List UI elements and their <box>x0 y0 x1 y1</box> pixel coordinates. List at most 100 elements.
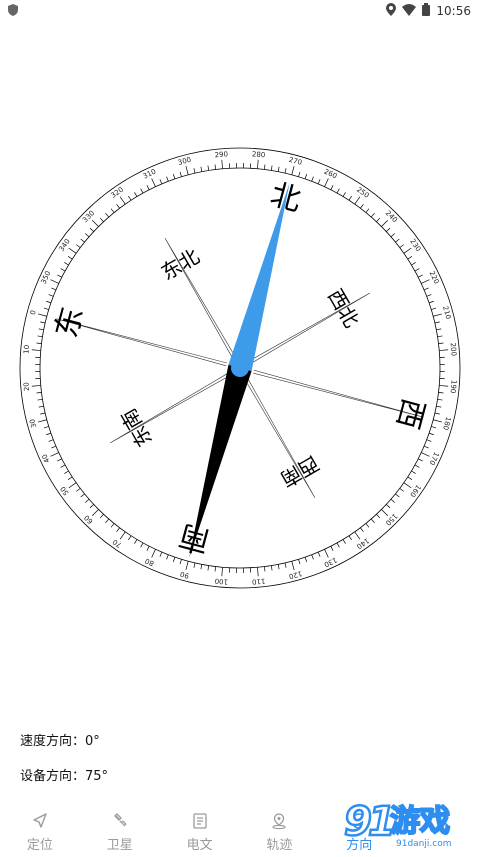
tick-mark <box>292 166 294 175</box>
tick-mark <box>429 433 434 435</box>
tick-mark <box>120 197 125 204</box>
tick-mark <box>386 504 390 507</box>
tick-mark <box>415 465 419 467</box>
degree-label: 310 <box>142 168 158 181</box>
degree-label: 190 <box>449 380 458 394</box>
tick-mark <box>427 440 432 442</box>
tick-mark <box>433 420 442 422</box>
tick-mark <box>355 532 360 539</box>
degree-label: 20 <box>22 382 31 392</box>
tick-mark <box>436 329 441 330</box>
tick-mark <box>49 440 54 442</box>
tick-mark <box>439 385 448 386</box>
tick-mark <box>395 239 399 242</box>
tick-mark <box>152 549 156 557</box>
degree-label: 0 <box>29 309 38 315</box>
tick-mark <box>431 308 436 309</box>
tick-mark <box>408 477 412 480</box>
tick-mark <box>40 413 45 414</box>
degree-label: 300 <box>177 156 192 167</box>
degree-label: 160 <box>408 483 422 499</box>
tick-mark <box>180 559 181 564</box>
tick-mark <box>160 552 162 557</box>
degree-label: 100 <box>214 577 228 586</box>
tick-mark <box>415 269 419 271</box>
tick-mark <box>100 514 103 518</box>
nav-label: 电文 <box>187 834 213 853</box>
tick-mark <box>51 288 56 290</box>
tick-mark <box>438 336 443 337</box>
degree-label: 110 <box>252 577 266 586</box>
tick-mark <box>92 220 98 226</box>
tick-mark <box>57 459 61 461</box>
degree-label: 250 <box>355 186 371 200</box>
nav-item-track[interactable]: 轨迹 <box>239 798 319 853</box>
tick-mark <box>271 166 272 171</box>
needle-south <box>189 365 251 557</box>
nav-item-message[interactable]: 电文 <box>160 798 240 853</box>
tick-mark <box>424 446 429 448</box>
tick-mark <box>111 523 114 527</box>
tick-mark <box>325 549 329 557</box>
nav-item-satellite[interactable]: 卫星 <box>80 798 160 853</box>
tick-mark <box>32 350 41 351</box>
tick-mark <box>257 160 258 169</box>
degree-label: 220 <box>427 270 440 286</box>
degree-label: 200 <box>449 342 458 356</box>
tick-mark <box>343 539 346 543</box>
degree-label: 120 <box>288 569 303 580</box>
tick-mark <box>147 546 149 550</box>
degree-label: 230 <box>408 237 422 253</box>
degree-label: 40 <box>41 453 52 464</box>
tick-mark <box>337 543 339 547</box>
device-direction-readout: 设备方向：75° <box>20 765 108 784</box>
tick-mark <box>51 446 56 448</box>
tick-mark <box>167 177 169 182</box>
degree-label: 210 <box>441 305 452 320</box>
nav-item-location[interactable]: 定位 <box>0 798 80 853</box>
tick-mark <box>201 167 202 172</box>
degree-label: 350 <box>40 270 53 286</box>
tick-mark <box>38 336 43 337</box>
tick-mark <box>404 248 411 253</box>
compass: 0102030405060708090100110120130140150160… <box>0 0 479 853</box>
document-icon <box>191 812 209 830</box>
degree-label: 260 <box>323 168 339 181</box>
tick-mark <box>424 288 429 290</box>
tick-mark <box>120 532 125 539</box>
tick-mark <box>90 228 94 231</box>
tick-mark <box>194 168 195 173</box>
degree-label: 80 <box>144 556 155 567</box>
tick-mark <box>376 218 379 222</box>
direction-label: 东南 <box>116 404 157 451</box>
tick-mark <box>134 192 137 196</box>
tick-mark <box>271 566 272 571</box>
watermark-sub: 91danji.com <box>396 839 451 849</box>
tick-mark <box>418 459 422 461</box>
tick-mark <box>76 488 80 491</box>
tick-mark <box>194 563 195 568</box>
tick-mark <box>64 262 68 265</box>
tick-mark <box>134 539 137 543</box>
tick-mark <box>68 256 72 259</box>
tick-mark <box>325 179 329 187</box>
tick-mark <box>100 218 103 222</box>
tick-mark <box>439 343 444 344</box>
nav-label: 定位 <box>27 834 53 853</box>
tick-mark <box>391 234 395 237</box>
degree-label: 180 <box>441 416 452 431</box>
satellite-icon <box>111 812 129 830</box>
tick-mark <box>360 528 363 532</box>
tick-mark <box>180 172 181 177</box>
direction-label: 西南 <box>276 451 323 492</box>
nav-label: 轨迹 <box>266 834 292 853</box>
compass-needle <box>189 183 289 558</box>
tick-mark <box>431 426 436 427</box>
tick-mark <box>427 295 432 297</box>
tick-mark <box>411 262 415 265</box>
tick-mark <box>439 392 444 393</box>
tick-mark <box>285 563 286 568</box>
tick-mark <box>391 499 395 502</box>
tick-mark <box>49 295 54 297</box>
tick-mark <box>278 564 279 569</box>
